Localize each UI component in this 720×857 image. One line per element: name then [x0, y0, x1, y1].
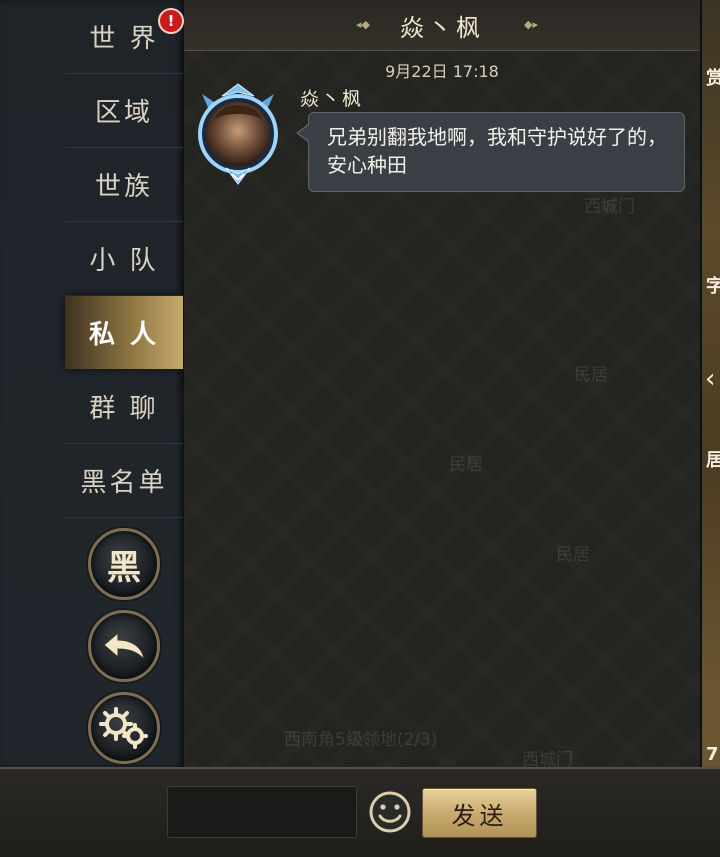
avatar-frame-icon — [198, 83, 278, 185]
tab-group-chat[interactable]: 群 聊 — [65, 370, 183, 444]
map-label: 民居 — [574, 365, 608, 385]
map-label: 民居 — [556, 545, 590, 565]
tab-squad-label: 小 队 — [89, 246, 159, 276]
expand-arrow-icon[interactable]: ‹ — [705, 364, 715, 394]
tab-blacklist[interactable]: 黑名单 — [65, 444, 183, 518]
message-input[interactable] — [167, 786, 357, 838]
back-button[interactable] — [88, 610, 160, 682]
tab-region[interactable]: 区域 — [65, 74, 183, 148]
diamond-decoration-icon: ◆▸ — [524, 18, 538, 31]
chat-title: 焱丶枫 — [400, 13, 484, 42]
tab-clan[interactable]: 世族 — [65, 148, 183, 222]
message-bubble: 兄弟别翻我地啊，我和守护说好了的，安心种田 — [308, 112, 685, 192]
back-arrow-icon — [103, 631, 145, 661]
map-label: 民居 — [449, 455, 483, 475]
message-text: 兄弟别翻我地啊，我和守护说好了的，安心种田 — [327, 125, 667, 177]
avatar[interactable] — [192, 80, 284, 186]
bubble-tail-inner — [298, 125, 309, 141]
tab-world-label: 世 界 — [89, 24, 159, 54]
strip-text: 居 — [706, 446, 720, 472]
notification-badge: ! — [158, 8, 184, 34]
settings-button[interactable] — [88, 692, 160, 764]
tab-squad[interactable]: 小 队 — [65, 222, 183, 296]
map-label: 西南角5级领地(2/3) — [284, 730, 438, 750]
strip-text: 字 — [706, 272, 720, 298]
strip-text: 7 — [706, 744, 719, 765]
strip-text: 赏 — [706, 64, 720, 90]
blacklist-button-label: 黑 — [107, 547, 141, 588]
emoji-button[interactable] — [368, 790, 412, 834]
chat-panel: ◂◆ 焱丶枫 ◆▸ 西城门 民居 民居 民居 西南角5级领地(2/3) 西城门 … — [184, 0, 700, 770]
tab-region-label: 区域 — [94, 98, 153, 128]
map-label: 西城门 — [584, 197, 635, 217]
blacklist-button[interactable]: 黑 — [88, 528, 160, 600]
channel-sidebar: 世 界 ! 区域 世族 小 队 私 人 群 聊 黑名单 黑 — [0, 0, 184, 767]
game-view-strip: 赏 字 ‹ 居 7 — [700, 0, 720, 767]
tab-clan-label: 世族 — [94, 172, 153, 202]
gear-icon — [99, 707, 148, 749]
sender-name: 焱丶枫 — [300, 88, 364, 110]
input-bar: 发送 — [0, 767, 720, 857]
tab-private-label: 私 人 — [88, 320, 160, 350]
tab-private[interactable]: 私 人 — [65, 296, 183, 369]
diamond-decoration-icon: ◂◆ — [356, 18, 370, 31]
chat-header: ◂◆ 焱丶枫 ◆▸ — [184, 0, 700, 51]
send-button-label: 发送 — [451, 801, 508, 830]
tab-blacklist-label: 黑名单 — [80, 468, 168, 498]
message-timestamp: 9月22日 17:18 — [385, 62, 499, 81]
tab-group-chat-label: 群 聊 — [89, 394, 159, 424]
smiley-icon — [369, 791, 411, 833]
send-button[interactable]: 发送 — [422, 788, 537, 838]
